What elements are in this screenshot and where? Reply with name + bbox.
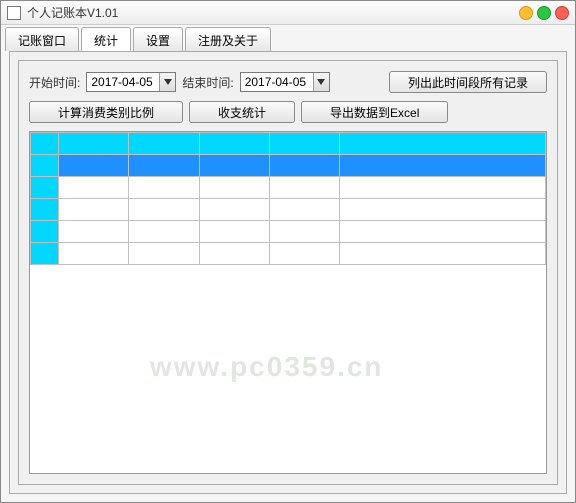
action-row: 计算消费类别比例 收支统计 导出数据到Excel: [29, 101, 547, 123]
date-filter-row: 开始时间: 结束时间: 列出此时间段所有记录: [29, 71, 547, 93]
grid-row-header[interactable]: [31, 221, 59, 243]
tab-about[interactable]: 注册及关于: [185, 27, 271, 51]
grid-row-header[interactable]: [31, 155, 59, 177]
table-row[interactable]: [31, 155, 546, 177]
grid-col-header[interactable]: [269, 133, 339, 155]
start-date-input[interactable]: [87, 73, 159, 91]
end-date-dropdown-icon[interactable]: [313, 73, 329, 91]
outer-panel: www.pc0359.cn 开始时间: 结束时间:: [9, 51, 567, 494]
grid-col-header[interactable]: [129, 133, 199, 155]
close-button[interactable]: [555, 6, 569, 20]
list-records-button[interactable]: 列出此时间段所有记录: [389, 71, 547, 93]
inner-panel: 开始时间: 结束时间: 列出此时间段所有记录 计: [18, 60, 558, 485]
table-row[interactable]: [31, 177, 546, 199]
grid-row-header[interactable]: [31, 177, 59, 199]
tab-ledger[interactable]: 记账窗口: [5, 27, 79, 51]
tab-stats[interactable]: 统计: [81, 27, 131, 51]
minimize-button[interactable]: [519, 6, 533, 20]
grid-row-header[interactable]: [31, 243, 59, 265]
grid-col-header[interactable]: [199, 133, 269, 155]
export-excel-button[interactable]: 导出数据到Excel: [301, 101, 448, 123]
start-date-combo[interactable]: [86, 72, 176, 92]
end-date-combo[interactable]: [240, 72, 330, 92]
table-row[interactable]: [31, 243, 546, 265]
tab-strip: 记账窗口 统计 设置 注册及关于: [1, 25, 575, 51]
income-expense-button[interactable]: 收支统计: [189, 101, 295, 123]
end-date-label: 结束时间:: [182, 74, 233, 91]
grid-corner: [31, 133, 59, 155]
tab-settings[interactable]: 设置: [133, 27, 183, 51]
titlebar: 个人记账本V1.01: [1, 1, 575, 25]
table-row[interactable]: [31, 221, 546, 243]
app-icon: [7, 6, 21, 20]
data-grid[interactable]: www.pc0359.cn: [29, 131, 547, 474]
start-date-dropdown-icon[interactable]: [159, 73, 175, 91]
window-title: 个人记账本V1.01: [27, 4, 519, 21]
grid-header-row: [31, 133, 546, 155]
watermark-text-2: www.pc0359.cn: [150, 351, 384, 383]
grid-row-header[interactable]: [31, 199, 59, 221]
maximize-button[interactable]: [537, 6, 551, 20]
grid-col-header[interactable]: [59, 133, 129, 155]
calc-ratio-button[interactable]: 计算消费类别比例: [29, 101, 183, 123]
table-row[interactable]: [31, 199, 546, 221]
grid-col-header[interactable]: [340, 133, 546, 155]
start-date-label: 开始时间:: [29, 74, 80, 91]
end-date-input[interactable]: [241, 73, 313, 91]
